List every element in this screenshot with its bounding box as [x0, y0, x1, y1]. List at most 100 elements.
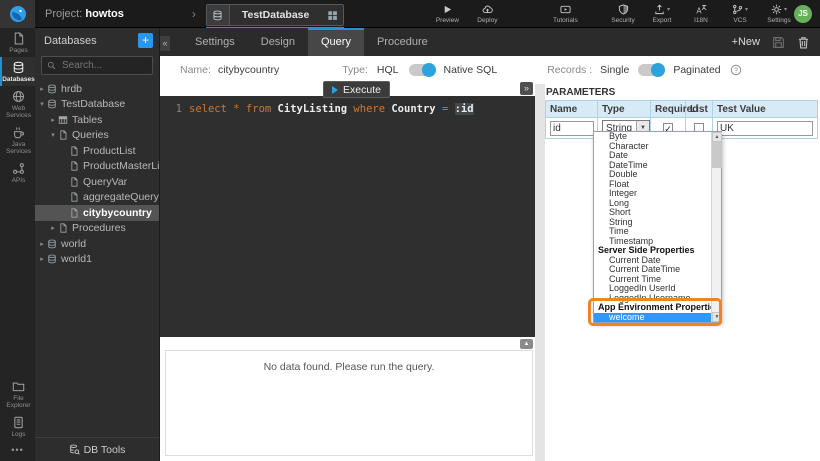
preview-button[interactable]: Preview — [434, 3, 460, 24]
tree-item-testdatabase[interactable]: ▾TestDatabase — [35, 97, 159, 113]
expand-parameters-button[interactable]: » — [520, 82, 533, 95]
db-tools-button[interactable]: DB Tools — [35, 437, 159, 461]
play-icon — [332, 86, 338, 94]
databases-panel-title: Databases — [44, 35, 138, 47]
param-testvalue-input[interactable] — [717, 121, 813, 136]
sql-editor[interactable]: 1 select * from CityListing where Countr… — [160, 96, 535, 337]
log-icon — [12, 416, 25, 429]
scroll-up-icon[interactable]: ▲ — [712, 132, 722, 142]
project-breadcrumb: Project: howtos — [45, 8, 124, 20]
sidebar-item-java-services[interactable]: Java Services — [0, 122, 35, 158]
more-options-button[interactable]: ••• — [0, 441, 35, 461]
collapse-panel-button[interactable]: « — [160, 36, 170, 51]
doc-icon — [69, 161, 79, 171]
tab-query[interactable]: Query — [308, 28, 364, 56]
type-toggle-knob — [422, 63, 436, 77]
results-empty-panel: No data found. Please run the query. — [165, 350, 533, 456]
topbar-actions-left: Preview Deploy Tutorials — [434, 3, 578, 24]
doc-icon — [58, 130, 68, 140]
export-button[interactable]: ▾Export — [649, 3, 675, 24]
globe-icon — [12, 90, 25, 103]
sidebar-item-apis[interactable]: APIs — [0, 158, 35, 187]
records-option-paginated[interactable]: Paginated — [673, 64, 720, 76]
chevron-right-icon: ▸ — [48, 116, 58, 124]
grid-icon[interactable] — [321, 5, 343, 25]
doc-icon — [69, 192, 79, 202]
logs-label: Logs — [2, 431, 35, 438]
i18n-label: I18N — [694, 17, 708, 24]
tab-design[interactable]: Design — [248, 28, 308, 56]
parameters-header-row: NameTypeRequiredListTest Value — [546, 101, 818, 118]
tree-item-label: Tables — [72, 114, 102, 126]
tree-item-label: citybycountry — [83, 207, 152, 219]
chevron-down-icon: ▾ — [48, 131, 58, 139]
tree-item-citybycountry[interactable]: citybycountry — [35, 205, 159, 221]
doc-icon — [58, 223, 68, 233]
database-tab[interactable]: TestDatabase — [206, 4, 345, 26]
tab-procedure[interactable]: Procedure — [364, 28, 441, 56]
vcs-button[interactable]: ▾VCS — [727, 3, 753, 24]
param-name-cell — [546, 118, 598, 139]
table-icon — [58, 115, 68, 125]
new-query-button[interactable]: +New — [732, 36, 760, 48]
tree-item-queries[interactable]: ▾ Queries — [35, 128, 159, 144]
sidebar-item-web-services[interactable]: Web Services — [0, 86, 35, 122]
branch-icon — [732, 4, 743, 15]
sidebar-item-logs[interactable]: Logs — [0, 412, 35, 441]
settings-button[interactable]: ▾Settings — [766, 3, 792, 24]
tree-item-productlist[interactable]: ProductList — [35, 143, 159, 159]
column-header-test-value: Test Value — [713, 101, 818, 118]
gear-icon — [771, 4, 782, 15]
panel-splitter[interactable] — [535, 84, 545, 461]
web-services-label: Web Services — [2, 105, 35, 119]
sidebar-item-pages[interactable]: Pages — [0, 28, 35, 57]
tree-item-procedures[interactable]: ▸Procedures — [35, 221, 159, 237]
i18n-button[interactable]: AI18N — [688, 3, 714, 24]
chevron-down-icon: ▾ — [667, 6, 670, 13]
tutorials-button[interactable]: Tutorials — [552, 3, 578, 24]
execute-button[interactable]: Execute — [323, 81, 390, 98]
cloud-up-icon — [482, 4, 493, 15]
tree-item-tables[interactable]: ▸ Tables — [35, 112, 159, 128]
search-input[interactable] — [60, 59, 147, 72]
help-icon[interactable]: ? — [730, 64, 742, 76]
sidebar-item-databases[interactable]: Databases — [0, 57, 35, 86]
collapse-editor-button[interactable]: ▲ — [520, 339, 533, 349]
deploy-button[interactable]: Deploy — [474, 3, 500, 24]
type-option-nativesql[interactable]: Native SQL — [444, 64, 498, 76]
add-database-button[interactable]: + — [138, 33, 153, 48]
tree-item-hrdb[interactable]: ▸hrdb — [35, 81, 159, 97]
tree-item-world1[interactable]: ▸world1 — [35, 252, 159, 268]
tree-item-label: world1 — [61, 253, 92, 265]
wavemaker-logo-icon — [9, 5, 27, 23]
type-option-hql[interactable]: HQL — [377, 64, 399, 76]
scrollbar-thumb[interactable] — [712, 142, 722, 168]
wavemaker-logo[interactable] — [0, 0, 35, 28]
param-name-input[interactable] — [550, 121, 594, 136]
java-services-label: Java Services — [2, 141, 35, 155]
chevron-down-icon: ▾ — [745, 6, 748, 13]
trash-icon[interactable] — [797, 36, 810, 49]
tree-item-label: Queries — [72, 129, 109, 141]
save-icon[interactable] — [772, 36, 785, 49]
database-icon — [47, 84, 57, 94]
tree-item-productmasterlist[interactable]: ProductMasterList — [35, 159, 159, 175]
security-button[interactable]: Security — [610, 3, 636, 24]
main-area: « SettingsDesignQueryProcedure +New Name… — [160, 28, 820, 461]
sidebar-item-file-explorer[interactable]: File Explorer — [0, 376, 35, 412]
tree-item-aggregatequery[interactable]: aggregateQuery — [35, 190, 159, 206]
tree-item-label: QueryVar — [83, 176, 127, 188]
type-toggle[interactable] — [409, 64, 435, 76]
records-toggle[interactable] — [638, 64, 664, 76]
security-label: Security — [611, 17, 634, 24]
tree-item-world[interactable]: ▸world — [35, 236, 159, 252]
user-avatar[interactable]: JS — [794, 5, 812, 23]
chevron-right-icon: ▸ — [37, 85, 47, 93]
tab-settings[interactable]: Settings — [182, 28, 248, 56]
scroll-down-icon[interactable]: ▼ — [712, 312, 722, 322]
dropdown-option-welcome[interactable]: welcome — [594, 313, 711, 323]
tree-item-queryvar[interactable]: QueryVar — [35, 174, 159, 190]
records-option-single[interactable]: Single — [600, 64, 629, 76]
database-icon — [212, 10, 223, 21]
shield-icon — [618, 4, 629, 15]
